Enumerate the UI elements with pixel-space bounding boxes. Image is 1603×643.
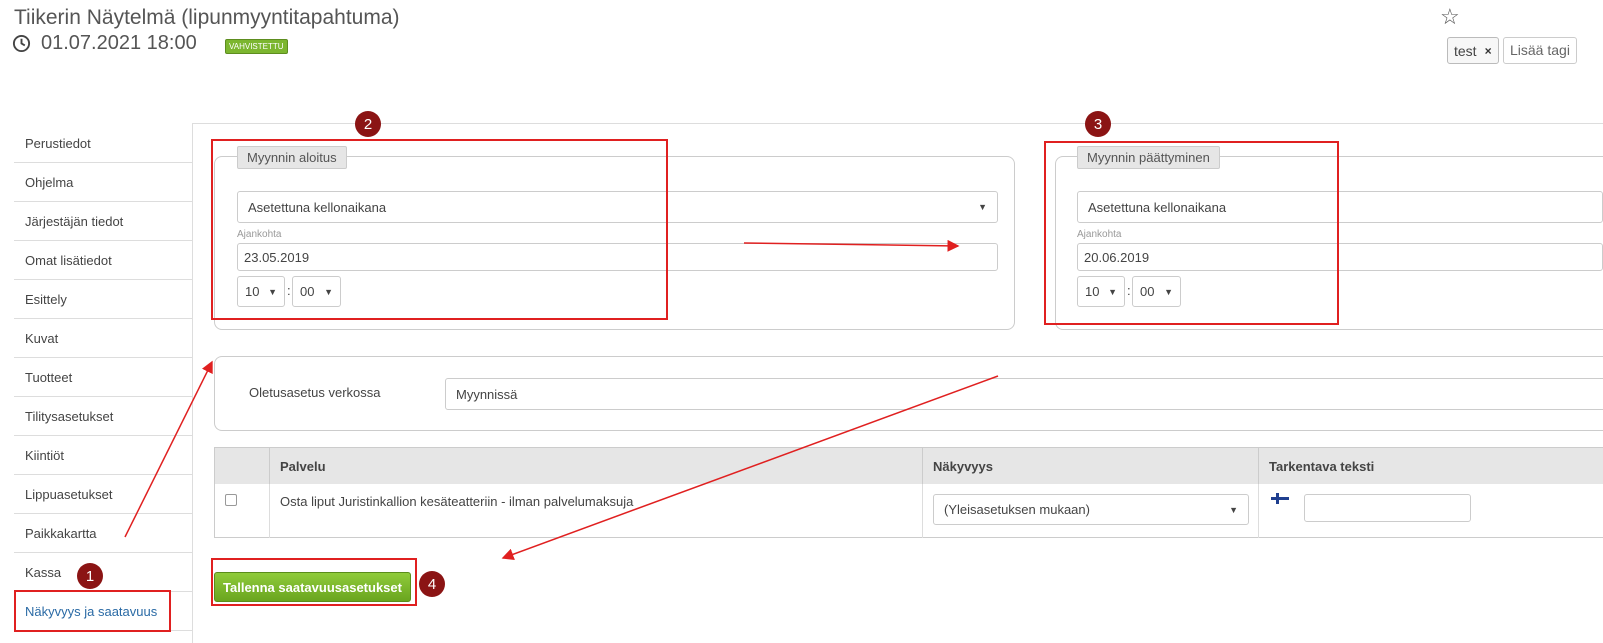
arrow-to-save	[501, 375, 999, 561]
arrow-sidebar-to-panel	[124, 360, 213, 538]
arrow-start-to-end	[743, 239, 960, 252]
annotation-arrows	[124, 239, 999, 561]
